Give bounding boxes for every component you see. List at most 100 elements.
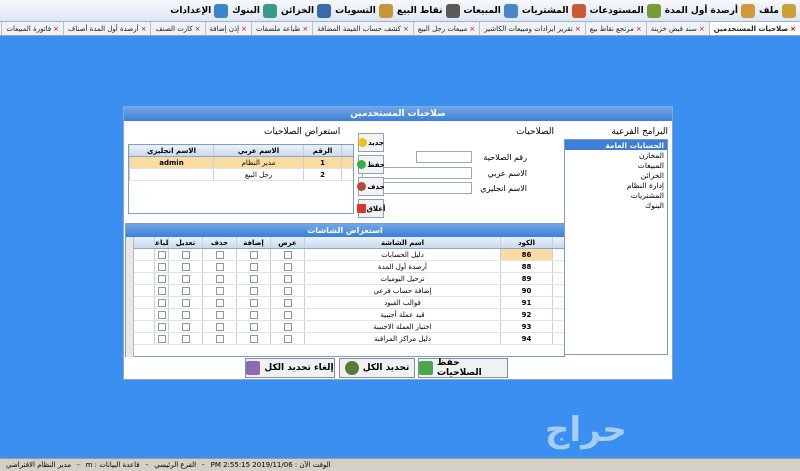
table-row[interactable]: 88 أرصدة أول المدة (134, 261, 564, 273)
table-row[interactable]: 91 قوالب القيود (134, 297, 564, 309)
menu-item-1[interactable]: أرصدة أول المدة (665, 3, 756, 18)
close-icon[interactable]: × (575, 25, 581, 33)
subprogram-item[interactable]: البنوك (565, 200, 667, 210)
add-checkbox[interactable] (249, 298, 258, 307)
add-checkbox[interactable] (249, 310, 258, 319)
close-icon[interactable]: × (636, 25, 642, 33)
print-checkbox[interactable] (157, 262, 166, 271)
screens-scrollbar[interactable] (126, 237, 134, 357)
table-row[interactable]: 90 إضافة حساب فرعي (134, 285, 564, 297)
print-checkbox[interactable] (157, 250, 166, 259)
view-checkbox[interactable] (283, 334, 292, 343)
tab-9[interactable]: أرصدة أول المدة أصناف × (63, 22, 150, 35)
delete-checkbox[interactable] (215, 334, 224, 343)
delete-checkbox[interactable] (215, 310, 224, 319)
add-checkbox[interactable] (249, 262, 258, 271)
tab-5[interactable]: كشف حساب القيمة المضافة × (312, 22, 413, 35)
delete-checkbox[interactable] (215, 250, 224, 259)
menu-item-5[interactable]: نقاط البيع (397, 3, 460, 18)
add-checkbox[interactable] (249, 322, 258, 331)
add-checkbox[interactable] (249, 274, 258, 283)
perm-number-field[interactable] (416, 151, 472, 163)
view-checkbox[interactable] (283, 286, 292, 295)
subprogram-item[interactable]: إدارة النظام (565, 180, 667, 190)
save-permissions-button[interactable]: حفظ الصلاحيات (418, 358, 508, 378)
edit-checkbox[interactable] (181, 274, 190, 283)
menu-item-7[interactable]: الخزائن (281, 3, 332, 18)
save-button[interactable]: حفظ (357, 155, 385, 174)
new-button[interactable]: جديد (358, 133, 384, 152)
tab-1[interactable]: سند قبض خزينة × (645, 22, 709, 35)
close-icon[interactable]: × (195, 25, 201, 33)
view-checkbox[interactable] (283, 310, 292, 319)
select-all-button[interactable]: تحديد الكل (339, 358, 415, 378)
delete-checkbox[interactable] (215, 262, 224, 271)
subprogram-item[interactable]: المشتريات (565, 190, 667, 200)
table-row[interactable]: 86 دليل الحسابات (134, 249, 564, 261)
tab-4[interactable]: مبيعات رجل البيع × (412, 22, 479, 35)
close-icon[interactable]: × (53, 25, 59, 33)
tab-2[interactable]: مرتجع نقاط بيع × (584, 22, 646, 35)
delete-checkbox[interactable] (215, 286, 224, 295)
tab-3[interactable]: تقرير ايرادات ومبيعات الكاشير × (479, 22, 584, 35)
edit-checkbox[interactable] (181, 262, 190, 271)
tab-0[interactable]: صلاحيات المستخدمين × (708, 22, 800, 35)
subprogram-item[interactable]: المبيعات (565, 160, 667, 170)
add-checkbox[interactable] (249, 250, 258, 259)
add-checkbox[interactable] (249, 286, 258, 295)
view-checkbox[interactable] (283, 298, 292, 307)
subprogram-item[interactable]: الخزائن (565, 170, 667, 180)
tab-8[interactable]: كارت الصنف × (150, 22, 204, 35)
delete-checkbox[interactable] (215, 322, 224, 331)
view-checkbox[interactable] (283, 322, 292, 331)
close-button[interactable]: أغلاق (356, 199, 385, 218)
delete-button[interactable]: حذف (357, 177, 385, 196)
menu-item-8[interactable]: البنوك (232, 3, 277, 18)
menu-item-9[interactable]: الإعدادات (170, 3, 229, 18)
screens-grid-body[interactable]: 86 دليل الحسابات 88 أرصدة أول المدة 89 ترحيل … (126, 249, 564, 345)
tab-7[interactable]: إذن إضافة × (204, 22, 251, 35)
close-icon[interactable]: × (699, 25, 705, 33)
print-checkbox[interactable] (157, 322, 166, 331)
table-row[interactable]: 1 مدير النظام admin (129, 157, 353, 169)
print-checkbox[interactable] (157, 298, 166, 307)
view-checkbox[interactable] (283, 250, 292, 259)
table-row[interactable]: 89 ترحيل اليوميات (134, 273, 564, 285)
delete-checkbox[interactable] (215, 274, 224, 283)
close-icon[interactable]: × (403, 25, 409, 33)
close-icon[interactable]: × (141, 25, 147, 33)
add-checkbox[interactable] (249, 334, 258, 343)
tab-6[interactable]: طباعة ملصقات × (250, 22, 312, 35)
close-icon[interactable]: × (790, 25, 796, 33)
subprogram-item[interactable]: المخازن (565, 150, 667, 160)
table-row[interactable]: 92 قيد عملة أجنبية (134, 309, 564, 321)
subprogram-item[interactable]: الحسابات العامة (565, 140, 667, 150)
print-checkbox[interactable] (157, 274, 166, 283)
print-checkbox[interactable] (157, 334, 166, 343)
unselect-all-button[interactable]: إلغاء تحديد الكل (245, 358, 335, 378)
edit-checkbox[interactable] (181, 310, 190, 319)
menu-item-2[interactable]: المستودعات (590, 3, 661, 18)
close-icon[interactable]: × (302, 25, 308, 33)
edit-checkbox[interactable] (181, 334, 190, 343)
print-checkbox[interactable] (157, 286, 166, 295)
print-checkbox[interactable] (157, 310, 166, 319)
view-checkbox[interactable] (283, 262, 292, 271)
table-row[interactable]: 93 اختيار العملة الاجنبية (134, 321, 564, 333)
menu-item-6[interactable]: التسويات (335, 3, 393, 18)
table-row[interactable]: 94 دليل مراكز المراقبة (134, 333, 564, 345)
close-icon[interactable]: × (241, 25, 247, 33)
table-row[interactable]: 2 رجل البيع (129, 169, 353, 181)
edit-checkbox[interactable] (181, 286, 190, 295)
delete-checkbox[interactable] (215, 298, 224, 307)
menu-item-4[interactable]: المبيعات (464, 3, 518, 18)
edit-checkbox[interactable] (181, 322, 190, 331)
close-icon[interactable]: × (469, 25, 475, 33)
menu-item-3[interactable]: المشتريات (522, 3, 586, 18)
edit-checkbox[interactable] (181, 250, 190, 259)
permissions-grid[interactable]: الرقم الاسم عربي الاسم انجليزي 1 مدير الن… (128, 144, 354, 214)
menu-item-0[interactable]: ملف (759, 3, 796, 18)
tab-10[interactable]: فاتورة المبيعات × (1, 22, 63, 35)
edit-checkbox[interactable] (181, 298, 190, 307)
view-checkbox[interactable] (283, 274, 292, 283)
